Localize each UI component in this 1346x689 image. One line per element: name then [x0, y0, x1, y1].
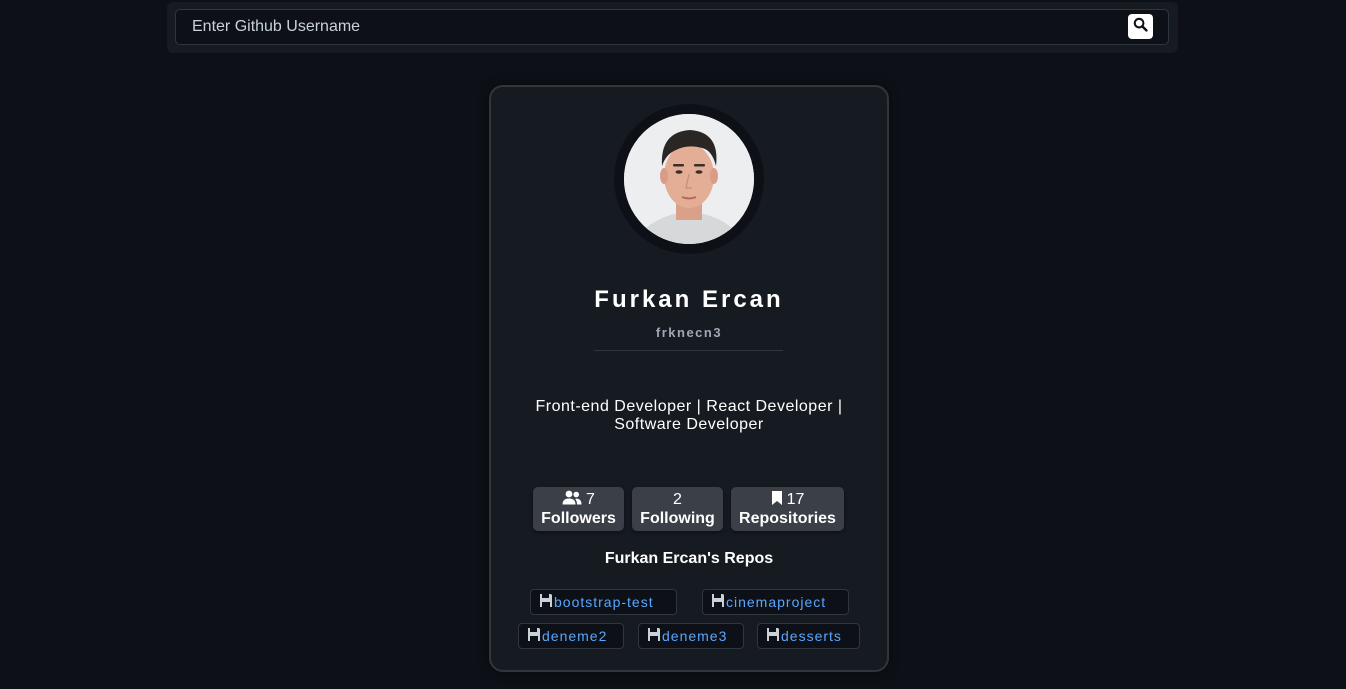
repo-icon — [647, 627, 662, 645]
repo-name: deneme2 — [542, 628, 608, 644]
repo-link[interactable]: cinemaproject — [702, 589, 849, 615]
repo-name: cinemaproject — [726, 594, 827, 610]
followers-count: 7 — [586, 491, 595, 508]
repo-icon — [539, 593, 554, 611]
repo-link[interactable]: deneme2 — [518, 623, 624, 649]
search-bar — [167, 2, 1178, 53]
profile-bio: Front-end Developer | React Developer | … — [535, 398, 843, 433]
followers-label: Followers — [541, 510, 616, 527]
repo-name: deneme3 — [662, 628, 728, 644]
avatar-ring — [614, 104, 764, 254]
repo-icon — [711, 593, 726, 611]
users-icon — [562, 490, 582, 510]
repo-name: bootstrap-test — [554, 594, 654, 610]
repo-link[interactable]: deneme3 — [638, 623, 744, 649]
username-search-input[interactable] — [176, 10, 1116, 44]
repo-link[interactable]: bootstrap-test — [530, 589, 677, 615]
bookmark-icon — [771, 490, 783, 511]
repo-icon — [527, 627, 542, 645]
search-icon — [1133, 17, 1148, 37]
repositories-label: Repositories — [739, 510, 836, 527]
following-label: Following — [640, 510, 715, 527]
repos-title: Furkan Ercan's Repos — [604, 550, 774, 567]
repo-name: desserts — [781, 628, 842, 644]
repositories-stat[interactable]: 17 Repositories — [731, 487, 844, 531]
profile-username: frknecn3 — [655, 325, 723, 340]
following-count: 2 — [673, 491, 682, 508]
repo-icon — [766, 627, 781, 645]
followers-stat[interactable]: 7 Followers — [533, 487, 624, 531]
avatar — [624, 114, 754, 244]
repositories-count: 17 — [786, 491, 805, 508]
following-stat[interactable]: 2 Following — [632, 487, 723, 531]
search-button[interactable] — [1128, 14, 1153, 39]
search-box — [175, 9, 1169, 45]
repo-link[interactable]: desserts — [757, 623, 860, 649]
profile-name: Furkan Ercan — [594, 286, 784, 313]
profile-card: Furkan Ercan frknecn3 Front-end Develope… — [489, 85, 889, 672]
divider — [594, 350, 783, 351]
